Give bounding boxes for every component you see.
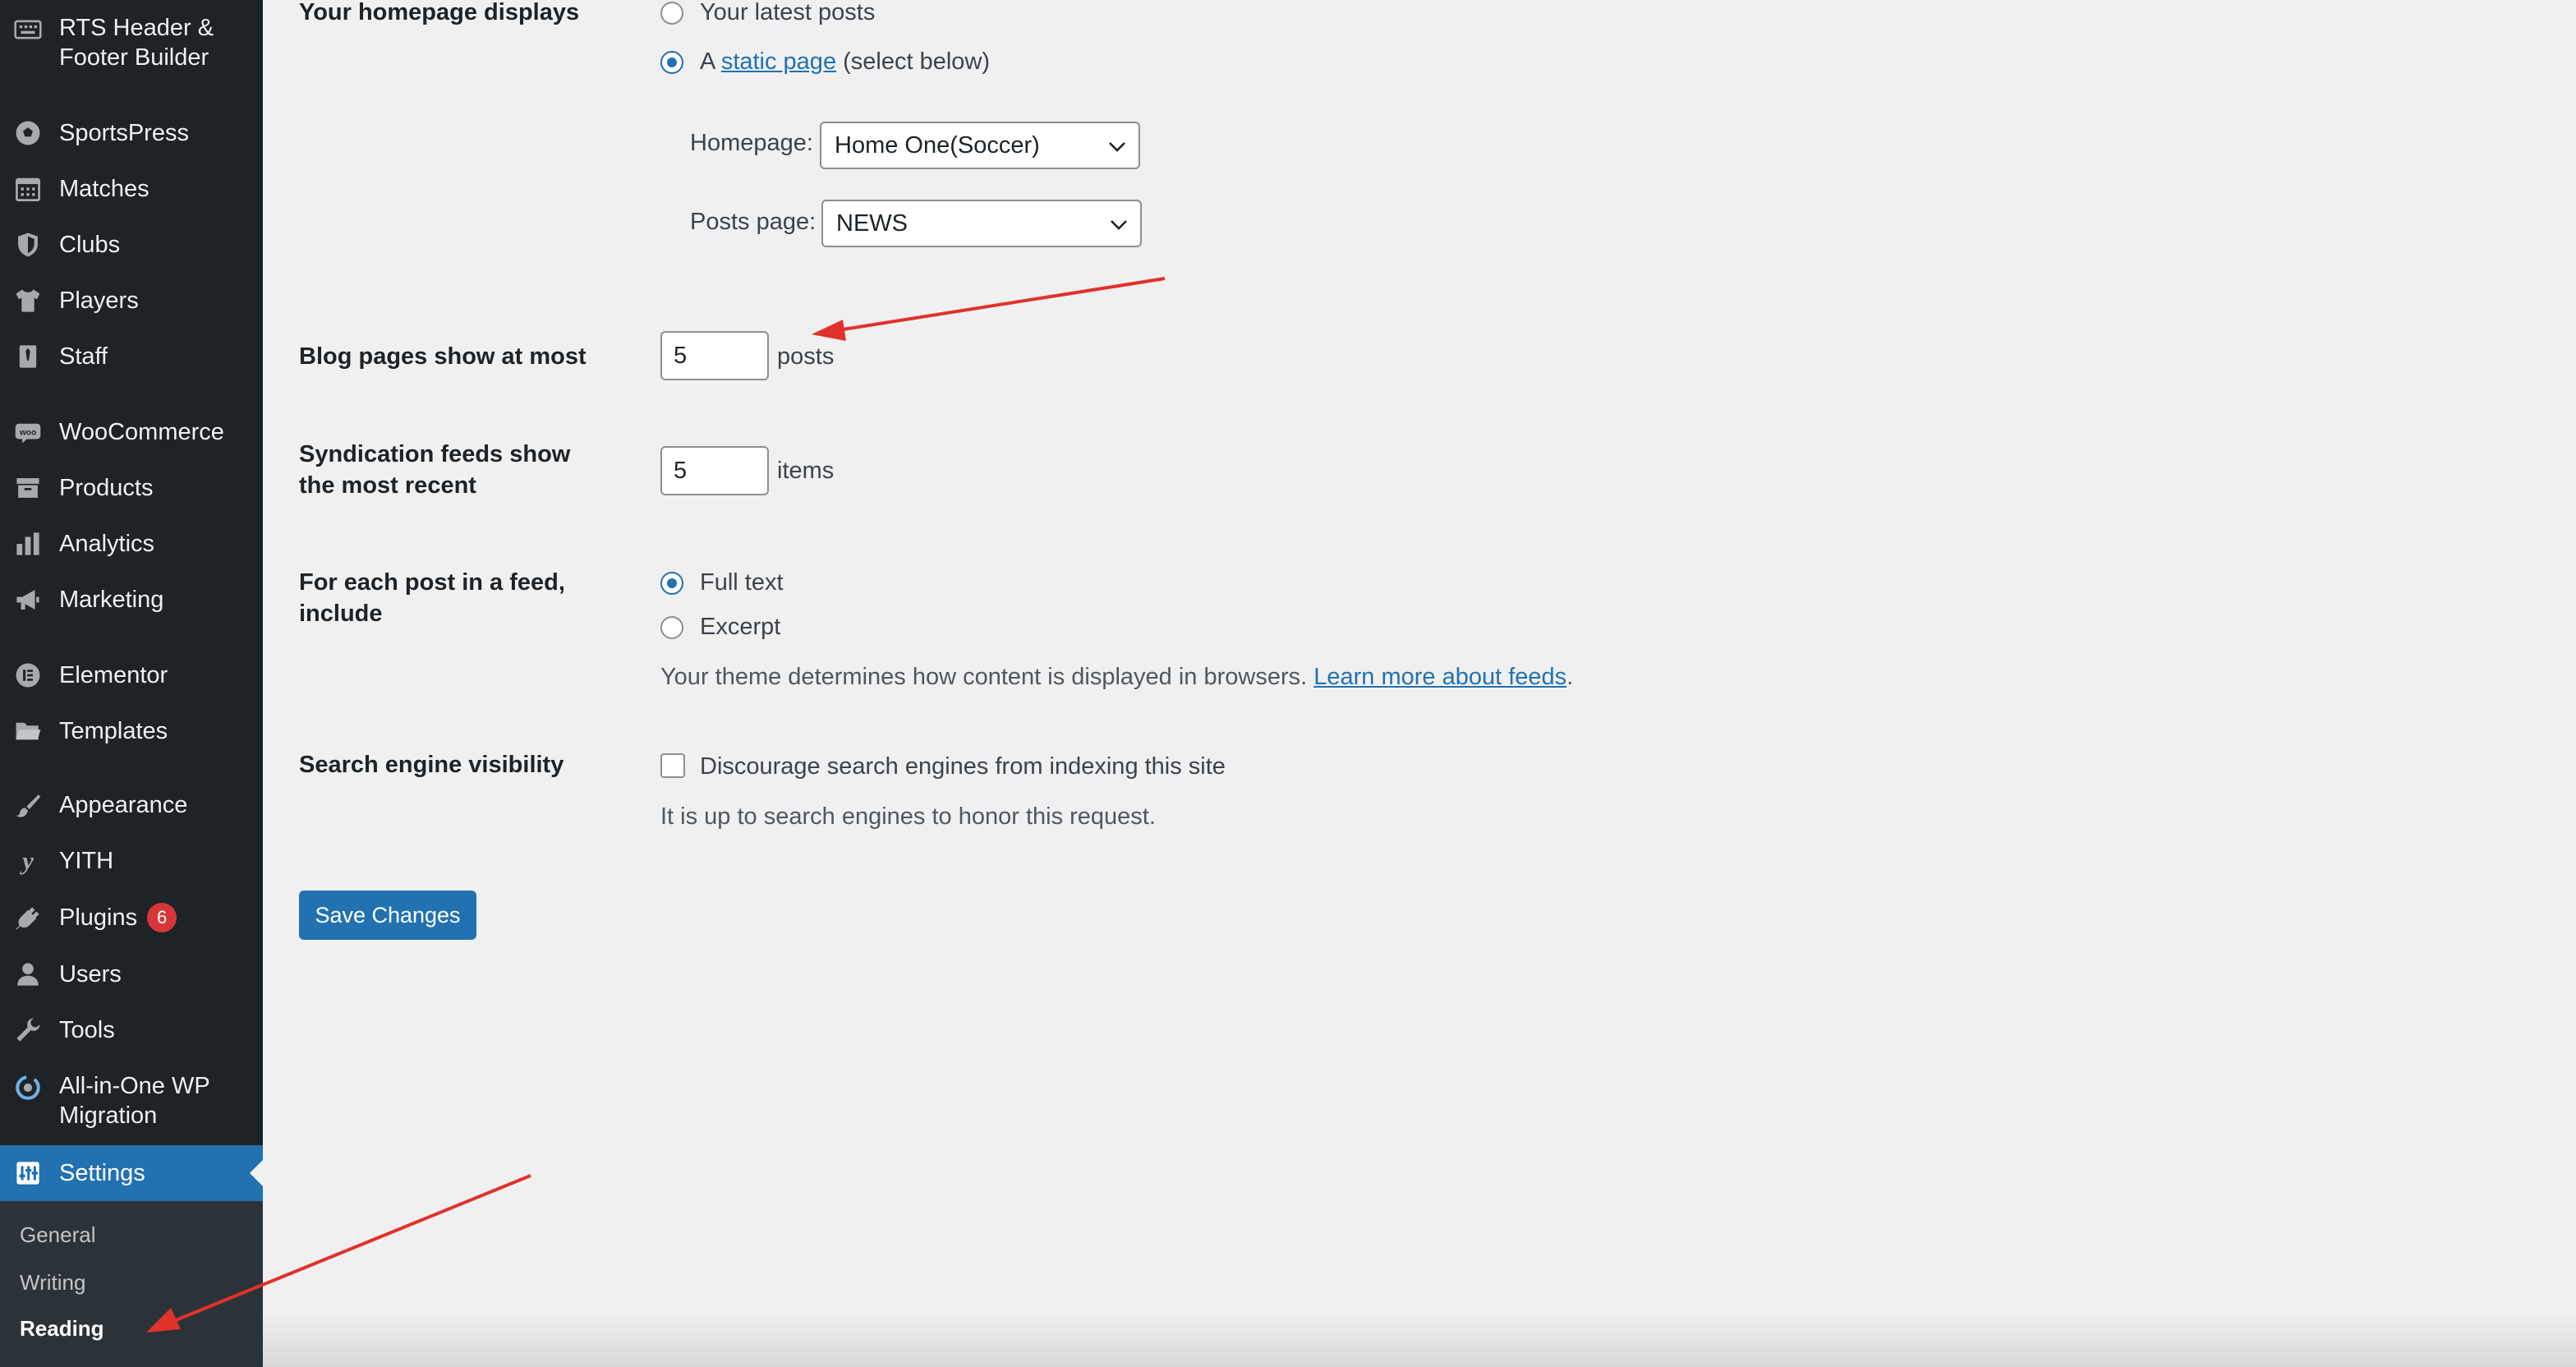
- arrow-to-reading-menu: [146, 1174, 531, 1332]
- arrow-to-blog-pages: [812, 277, 1166, 341]
- annotation-arrows: [146, 277, 1166, 1332]
